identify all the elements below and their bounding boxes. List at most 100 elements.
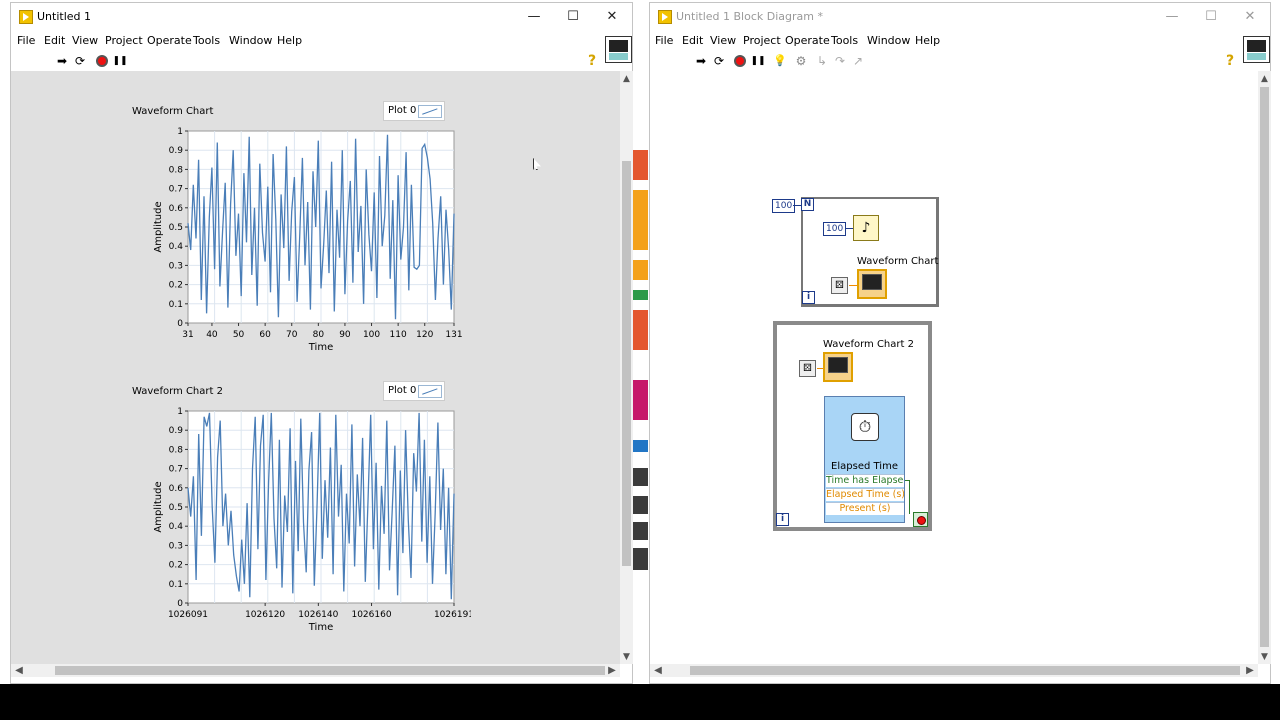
block-diagram-window[interactable]: Untitled 1 Block Diagram * — ☐ ✕ File Ed… — [649, 2, 1271, 684]
fp-run-continuous-icon[interactable]: ⟳ — [72, 53, 88, 69]
chart1-ytick-label: 0 — [177, 319, 183, 329]
wait-ms-constant[interactable]: 100 — [823, 222, 847, 236]
bd-step-out-icon[interactable]: ↗ — [850, 53, 866, 69]
chart1-ytick-label: 0.2 — [169, 281, 183, 291]
fp-menu-view[interactable]: View — [72, 34, 98, 47]
taskbar-strip — [0, 684, 1280, 720]
fp-menu-file[interactable]: File — [17, 34, 35, 47]
bd-horizontal-scrollbar[interactable]: ◀ ▶ — [650, 664, 1258, 677]
bd-step-over-icon[interactable]: ↷ — [832, 53, 848, 69]
wait-ms-metronome-icon[interactable]: ♪ — [853, 215, 879, 241]
fp-menu-window[interactable]: Window — [229, 34, 272, 47]
present-output[interactable]: Present (s) — [826, 502, 904, 515]
fp-maximize-button[interactable]: ☐ — [553, 3, 593, 31]
bd-scroll-left-icon[interactable]: ◀ — [652, 664, 664, 677]
fp-scroll-up-icon[interactable]: ▲ — [620, 73, 633, 85]
for-loop-iteration-terminal[interactable]: i — [802, 291, 815, 304]
chart1-ytick-label: 0.3 — [169, 261, 183, 271]
bd-scroll-down-icon[interactable]: ▼ — [1258, 651, 1271, 663]
wait-wire[interactable] — [845, 228, 853, 229]
bd-menu-project[interactable]: Project — [743, 34, 781, 47]
bd-run-continuous-icon[interactable]: ⟳ — [711, 53, 727, 69]
bd-vscroll-thumb[interactable] — [1260, 87, 1269, 647]
count-wire[interactable] — [793, 205, 801, 206]
front-panel-canvas[interactable]: Waveform Chart Plot 0 0 0.1 0.2 0.3 0.4 0.5 0.… — [11, 71, 620, 664]
chart2-ytick-label: 0.2 — [169, 561, 183, 571]
waveform-chart-1[interactable]: Waveform Chart Plot 0 0 0.1 0.2 0.3 0.4 0.5 0.… — [111, 101, 471, 351]
chart1-xtick-label: 120 — [416, 330, 433, 340]
while-loop-stop-terminal[interactable] — [913, 512, 928, 527]
fp-vi-icon[interactable] — [605, 36, 632, 63]
chart2-ytick-label: 0.4 — [169, 522, 184, 532]
bd-context-help-icon[interactable]: ? — [1226, 53, 1234, 69]
fp-context-help-icon[interactable]: ? — [588, 53, 596, 69]
bd-minimize-button[interactable]: — — [1152, 3, 1192, 31]
bd-highlight-execution-icon[interactable]: 💡 — [772, 53, 788, 69]
fp-abort-stop-icon[interactable] — [96, 55, 108, 67]
fp-titlebar[interactable]: Untitled 1 — ☐ ✕ — [11, 3, 632, 31]
fp-run-arrow-icon[interactable]: ➡ — [54, 53, 70, 69]
fp-hscroll-thumb[interactable] — [55, 666, 605, 675]
random-number-dice-icon-2[interactable]: ⚄ — [799, 360, 816, 377]
chart2-ytick-label: 1 — [177, 407, 183, 417]
fp-pause-icon[interactable]: ❚❚ — [112, 53, 128, 69]
bd-menubar: File Edit View Project Operate Tools Win… — [650, 31, 1270, 51]
fp-vscroll-thumb[interactable] — [622, 161, 631, 566]
bd-menu-file[interactable]: File — [655, 34, 673, 47]
bd-menu-operate[interactable]: Operate — [785, 34, 830, 47]
bd-scroll-up-icon[interactable]: ▲ — [1258, 73, 1271, 85]
chart2-xtick-label: 1026140 — [298, 610, 338, 620]
fp-menu-project[interactable]: Project — [105, 34, 143, 47]
random-number-dice-icon[interactable]: ⚄ — [831, 277, 848, 294]
waveform-chart-2[interactable]: Waveform Chart 2 Plot 0 0 0.1 0.2 0.3 0.4 0.5… — [111, 381, 471, 631]
fp-toolbar: ➡ ⟳ ❚❚ ? — [11, 51, 632, 73]
chart1-xtick-label: 100 — [363, 330, 380, 340]
fp-menu-help[interactable]: Help — [277, 34, 302, 47]
bd-menu-window[interactable]: Window — [867, 34, 910, 47]
bd-vertical-scrollbar[interactable]: ▲ ▼ — [1258, 71, 1271, 664]
chart1-ylabel: Amplitude — [153, 201, 164, 252]
bd-menu-help[interactable]: Help — [915, 34, 940, 47]
for-loop-count-terminal[interactable]: N — [801, 198, 814, 211]
bd-retain-wire-values-icon[interactable]: ⚙ — [793, 53, 809, 69]
labview-app-icon — [658, 10, 672, 24]
for-loop-count-constant[interactable]: 100 — [772, 199, 796, 213]
fp-close-button[interactable]: ✕ — [592, 3, 632, 31]
fp-menu-operate[interactable]: Operate — [147, 34, 192, 47]
bd-maximize-button[interactable]: ☐ — [1191, 3, 1231, 31]
chart1-plot: 00.10.20.30.40.50.60.70.80.9131 40 50 60 70 8… — [153, 127, 463, 351]
fp-scroll-right-icon[interactable]: ▶ — [606, 664, 618, 677]
bd-step-into-icon[interactable]: ↳ — [814, 53, 830, 69]
bd-menu-tools[interactable]: Tools — [831, 34, 858, 47]
fp-vertical-scrollbar[interactable]: ▲ ▼ — [620, 71, 633, 664]
bd-abort-stop-icon[interactable] — [734, 55, 746, 67]
fp-menu-tools[interactable]: Tools — [193, 34, 220, 47]
time-has-elapsed-output[interactable]: Time has Elapsed — [826, 474, 904, 487]
fp-scroll-down-icon[interactable]: ▼ — [620, 651, 633, 663]
bd-vi-icon[interactable] — [1243, 36, 1270, 63]
fp-menu-edit[interactable]: Edit — [44, 34, 65, 47]
fp-scroll-left-icon[interactable]: ◀ — [13, 664, 25, 677]
bd-run-arrow-icon[interactable]: ➡ — [693, 53, 709, 69]
elapsed-time-output[interactable]: Elapsed Time (s) — [826, 488, 904, 501]
while-loop-iteration-terminal[interactable]: i — [776, 513, 789, 526]
chart1-xlabel: Time — [308, 342, 333, 351]
chart2-ytick-label: 0 — [177, 599, 183, 609]
waveform-chart-terminal[interactable] — [857, 269, 887, 299]
block-diagram-canvas[interactable] — [650, 71, 1258, 664]
bd-scroll-right-icon[interactable]: ▶ — [1244, 664, 1256, 677]
bd-titlebar[interactable]: Untitled 1 Block Diagram * — ☐ ✕ — [650, 3, 1270, 31]
elapsed-time-express-vi[interactable]: ⏱ Elapsed Time Time has Elapsed Elapsed … — [824, 396, 905, 523]
bd-pause-icon[interactable]: ❚❚ — [750, 53, 766, 69]
chart1-xtick-label: 70 — [286, 330, 298, 340]
fp-horizontal-scrollbar[interactable]: ◀ ▶ — [11, 664, 620, 677]
bd-toolbar: ➡ ⟳ ❚❚ 💡 ⚙ ↳ ↷ ↗ ? — [650, 51, 1270, 73]
bd-menu-edit[interactable]: Edit — [682, 34, 703, 47]
fp-minimize-button[interactable]: — — [514, 3, 554, 31]
bd-menu-view[interactable]: View — [710, 34, 736, 47]
bd-close-button[interactable]: ✕ — [1230, 3, 1270, 31]
bd-hscroll-thumb[interactable] — [690, 666, 1240, 675]
front-panel-window[interactable]: Untitled 1 — ☐ ✕ File Edit View Project … — [10, 2, 633, 684]
bool-wire-v[interactable] — [909, 480, 910, 514]
waveform-chart-2-terminal[interactable] — [823, 352, 853, 382]
